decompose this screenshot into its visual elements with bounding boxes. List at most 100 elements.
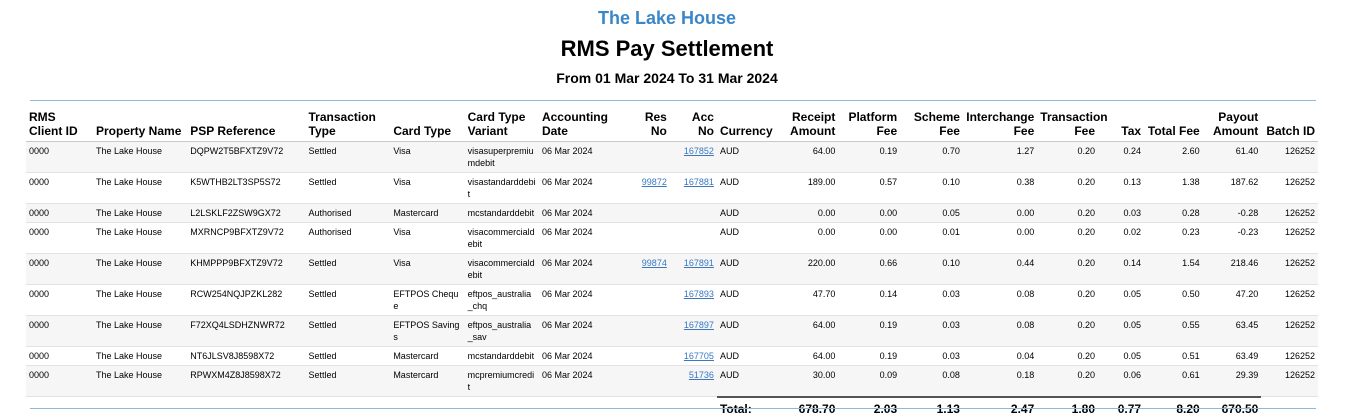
res-no-link[interactable]: 99872 [642,177,667,187]
cell-scheme-fee: 0.08 [900,365,963,397]
cell-card-type-variant: mcstandarddebit [464,203,539,223]
cell-transaction-fee: 0.20 [1037,141,1098,173]
cell-res-no [622,365,670,397]
cell-transaction-type: Settled [305,172,391,204]
col-acc-no[interactable]: Acc No [669,108,717,142]
cell-accounting-date: 06 Mar 2024 [538,222,623,254]
cell-platform-fee: 0.00 [838,203,901,223]
acc-no-link[interactable]: 51736 [689,370,714,380]
cell-card-type: Mastercard [390,203,465,223]
cell-accounting-date: 06 Mar 2024 [538,253,623,285]
cell-transaction-type: Authorised [305,203,391,223]
col-res-no[interactable]: Res No [622,108,670,142]
table-row: 0000 The Lake House NT6JLSV8J8598X72 Settle… [26,346,1318,366]
col-batch-id[interactable]: Batch ID [1261,108,1318,142]
cell-accounting-date: 06 Mar 2024 [538,141,623,173]
cell-scheme-fee: 0.03 [900,346,963,366]
cell-interchange-fee: 0.44 [962,253,1038,285]
cell-interchange-fee: 0.08 [962,284,1038,316]
col-transaction-type[interactable]: Transaction Type [305,108,391,142]
cell-payout-amount: -0.28 [1202,203,1262,223]
cell-accounting-date: 06 Mar 2024 [538,172,623,204]
cell-tax: 0.24 [1098,141,1145,173]
cell-receipt-amount: 64.00 [777,346,839,366]
cell-transaction-type: Settled [305,284,391,316]
cell-acc-no [669,203,717,223]
cell-card-type-variant: visacommercialdebit [464,253,539,285]
cell-accounting-date: 06 Mar 2024 [538,315,623,347]
cell-total-fee: 1.54 [1144,253,1203,285]
cell-res-no [622,284,670,316]
acc-no-link[interactable]: 167881 [684,177,714,187]
acc-no-link[interactable]: 167897 [684,320,714,330]
cell-transaction-fee: 0.20 [1037,172,1098,204]
col-accounting-date[interactable]: Accounting Date [538,108,623,142]
cell-acc-no: 167705 [669,346,717,366]
col-payout-amount[interactable]: Payout Amount [1202,108,1262,142]
cell-scheme-fee: 0.01 [900,222,963,254]
cell-platform-fee: 0.19 [838,346,901,366]
cell-client-id: 0000 [26,172,93,204]
cell-acc-no [669,222,717,254]
cell-psp-reference: KHMPPP9BFXTZ9V72 [187,253,306,285]
acc-no-link[interactable]: 167852 [684,146,714,156]
cell-transaction-fee: 0.20 [1037,253,1098,285]
cell-tax: 0.02 [1098,222,1145,254]
col-client-id[interactable]: RMS Client ID [26,108,93,142]
cell-transaction-type: Settled [305,315,391,347]
col-receipt-amount[interactable]: Receipt Amount [777,108,839,142]
cell-batch-id: 126252 [1261,222,1318,254]
res-no-link[interactable]: 99874 [642,258,667,268]
cell-payout-amount: 63.49 [1202,346,1262,366]
cell-acc-no: 167897 [669,315,717,347]
footer-divider [30,408,1316,409]
col-transaction-fee[interactable]: Transaction Fee [1037,108,1108,142]
cell-transaction-type: Settled [305,346,391,366]
cell-scheme-fee: 0.03 [900,315,963,347]
cell-property-name: The Lake House [93,141,188,173]
cell-transaction-type: Authorised [305,222,391,254]
cell-scheme-fee: 0.03 [900,284,963,316]
cell-platform-fee: 0.19 [838,315,901,347]
table-header-row: RMS Client ID Property Name PSP Referenc… [26,108,1318,142]
cell-scheme-fee: 0.10 [900,172,963,204]
cell-card-type-variant: visacommercialdebit [464,222,539,254]
header-divider [30,100,1316,101]
cell-property-name: The Lake House [93,346,188,366]
cell-psp-reference: F72XQ4LSDHZNWR72 [187,315,306,347]
report-title: RMS Pay Settlement [560,36,774,61]
col-psp-reference[interactable]: PSP Reference [187,108,306,142]
cell-currency: AUD [716,253,778,285]
cell-batch-id: 126252 [1261,172,1318,204]
acc-no-link[interactable]: 167891 [684,258,714,268]
cell-receipt-amount: 220.00 [777,253,839,285]
col-scheme-fee[interactable]: Scheme Fee [900,108,963,142]
acc-no-link[interactable]: 167705 [684,351,714,361]
col-total-fee[interactable]: Total Fee [1144,108,1203,142]
cell-batch-id: 126252 [1261,141,1318,173]
cell-currency: AUD [716,284,778,316]
col-interchange-fee[interactable]: Interchange Fee [962,108,1038,142]
cell-payout-amount: 61.40 [1202,141,1262,173]
cell-property-name: The Lake House [93,284,188,316]
col-card-type[interactable]: Card Type [390,108,465,142]
col-property-name[interactable]: Property Name [93,108,188,142]
cell-batch-id: 126252 [1261,253,1318,285]
cell-client-id: 0000 [26,222,93,254]
cell-total-fee: 1.38 [1144,172,1203,204]
cell-tax: 0.05 [1098,346,1145,366]
cell-client-id: 0000 [26,253,93,285]
col-platform-fee[interactable]: Platform Fee [838,108,901,142]
acc-no-link[interactable]: 167893 [684,289,714,299]
cell-total-fee: 0.61 [1144,365,1203,397]
cell-res-no [622,141,670,173]
cell-receipt-amount: 30.00 [777,365,839,397]
cell-receipt-amount: 64.00 [777,315,839,347]
cell-res-no [622,222,670,254]
col-currency[interactable]: Currency [716,108,778,142]
cell-client-id: 0000 [26,315,93,347]
col-card-type-variant[interactable]: Card Type Variant [464,108,539,142]
cell-transaction-fee: 0.20 [1037,346,1098,366]
cell-psp-reference: RPWXM4Z8J8598X72 [187,365,306,397]
cell-accounting-date: 06 Mar 2024 [538,346,623,366]
